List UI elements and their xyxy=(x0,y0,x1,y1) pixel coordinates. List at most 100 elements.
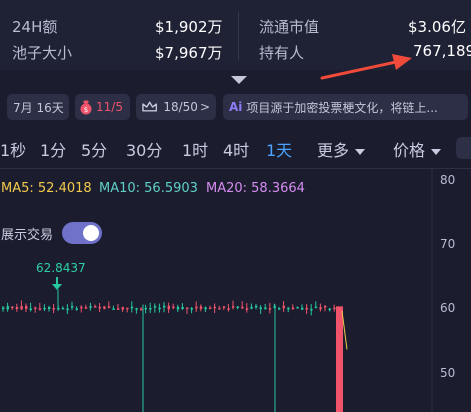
candle-body xyxy=(52,308,55,310)
svg-text:$: $ xyxy=(84,106,88,114)
candle-body xyxy=(48,307,51,310)
ai-badge: Ai xyxy=(229,100,243,114)
peak-price-label: 62.8437 xyxy=(36,261,86,275)
crown-total: /50 xyxy=(178,100,198,114)
candle-body xyxy=(245,308,249,310)
candle-body xyxy=(255,305,258,308)
candle-body xyxy=(121,307,124,310)
candle-body xyxy=(236,306,239,309)
candle-body xyxy=(310,308,313,311)
candle-body xyxy=(319,307,322,310)
tab-4h[interactable]: 4时 xyxy=(223,137,249,161)
toggle-knob xyxy=(83,225,99,241)
moneybag-total: /5 xyxy=(111,100,123,114)
candle-body xyxy=(296,307,299,309)
candle-body xyxy=(328,308,331,311)
candle-body xyxy=(126,307,129,310)
candle-body xyxy=(38,308,42,310)
candle-body xyxy=(71,306,74,308)
price-dropdown-label: 价格 xyxy=(393,141,426,160)
price-caret-icon xyxy=(431,148,442,155)
candle-body xyxy=(135,308,138,310)
candle-body xyxy=(222,306,226,308)
crown-chevron-icon: > xyxy=(199,100,210,114)
y-tick-label: 60 xyxy=(440,301,456,315)
candle-body xyxy=(20,305,23,310)
crown-chip[interactable]: 18 /50 > xyxy=(136,94,216,120)
project-desc-chip[interactable]: Ai 项目源于加密投票梗文化，将链上... xyxy=(223,94,468,120)
candle-body xyxy=(75,308,78,310)
show-trades-toggle[interactable] xyxy=(62,222,102,244)
candle-body xyxy=(241,306,244,309)
candle-body xyxy=(98,306,101,309)
candle-body xyxy=(333,307,336,310)
candle-body xyxy=(2,307,5,310)
candle-body xyxy=(264,307,267,310)
candle-body xyxy=(153,306,157,308)
candle-body xyxy=(213,306,216,309)
tab-1h[interactable]: 1时 xyxy=(182,137,208,161)
candle-body xyxy=(209,307,212,310)
candle-body xyxy=(89,306,92,308)
y-tick-label: 80 xyxy=(440,173,456,187)
candle-body xyxy=(199,306,203,309)
candle-body xyxy=(282,305,285,309)
more-dropdown-label: 更多 xyxy=(317,141,350,160)
tab-1d[interactable]: 1天 xyxy=(266,137,292,161)
crown-count: 18 xyxy=(163,100,179,114)
candle-body xyxy=(144,307,147,310)
candle-body xyxy=(186,307,189,310)
y-tick-label: 70 xyxy=(440,237,456,251)
peak-arrow-head xyxy=(52,284,62,290)
candle-body xyxy=(181,307,184,310)
candle-body xyxy=(130,306,134,309)
more-dropdown[interactable]: 更多 xyxy=(317,137,366,161)
candle-body xyxy=(158,307,161,310)
moneybag-chip[interactable]: $ 11 /5 xyxy=(75,94,130,120)
candle-body xyxy=(259,307,262,310)
candle-body xyxy=(140,308,143,311)
candle-body xyxy=(107,306,111,308)
candle-body xyxy=(176,306,180,310)
candle-body xyxy=(163,305,166,308)
moneybag-icon: $ xyxy=(80,100,92,115)
candle-body xyxy=(84,307,88,309)
launch-date-chip[interactable]: 7月 16天 xyxy=(7,94,69,120)
tab-1s[interactable]: 1秒 xyxy=(0,137,26,161)
candle-body xyxy=(204,307,207,310)
moneybag-count: 11 xyxy=(96,100,112,114)
annotation-arrow-icon xyxy=(320,54,412,80)
candle-body xyxy=(305,307,308,310)
more-caret-icon xyxy=(355,148,366,155)
candle-body xyxy=(149,307,152,310)
last-candle-body xyxy=(336,306,343,412)
candle-body xyxy=(66,308,69,311)
candle-body xyxy=(6,306,9,310)
timeframe-tabs: 1秒 1分 5分 30分 1时 4时 1天 更多 价格 xyxy=(0,130,471,166)
tab-1m[interactable]: 1分 xyxy=(40,137,66,161)
candle-body xyxy=(287,307,290,310)
candle-body xyxy=(112,308,115,311)
y-tick-label: 50 xyxy=(440,366,456,380)
ma5-value: MA5: 52.4018 xyxy=(1,181,92,196)
candle-body xyxy=(80,306,83,309)
tab-5m[interactable]: 5分 xyxy=(81,137,107,161)
candlestick-plot[interactable] xyxy=(0,169,471,412)
chart-settings-icon[interactable] xyxy=(456,137,471,159)
candle-body xyxy=(232,306,235,308)
candle-body xyxy=(250,306,253,309)
candle-body xyxy=(103,306,106,309)
tab-30m[interactable]: 30分 xyxy=(126,137,162,161)
launch-date-text: 7月 16天 xyxy=(13,100,64,115)
ma10-value: MA10: 56.5903 xyxy=(99,181,198,196)
candle-body xyxy=(34,307,37,309)
candle-body xyxy=(291,307,295,310)
price-dropdown[interactable]: 价格 xyxy=(393,137,442,161)
candle-body xyxy=(218,308,221,310)
crown-icon xyxy=(142,101,158,112)
candle-body xyxy=(29,308,32,311)
candle-body xyxy=(324,305,327,308)
candle-body xyxy=(15,307,19,309)
candle-body xyxy=(195,306,198,309)
candle-body xyxy=(268,308,272,310)
